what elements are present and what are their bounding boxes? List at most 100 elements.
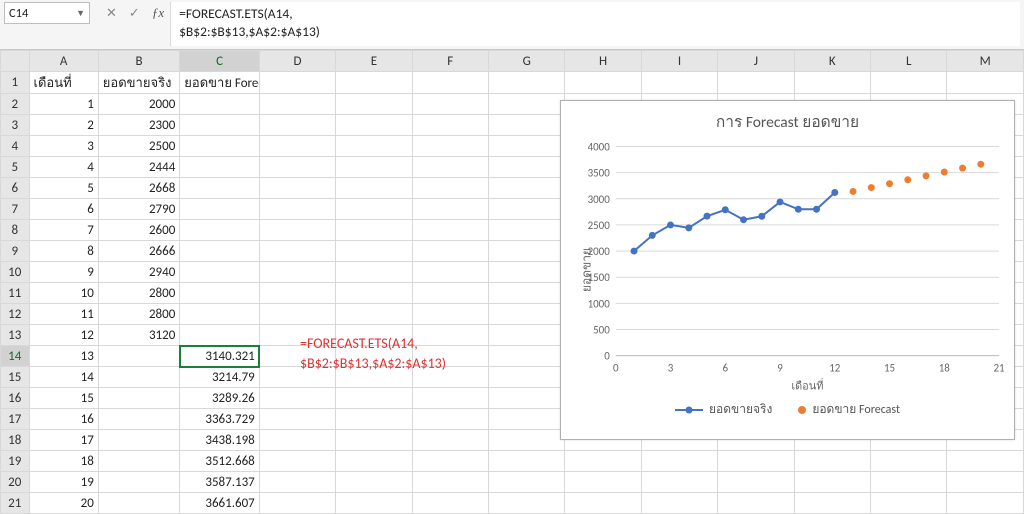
cell[interactable] [947,472,1024,493]
cell[interactable] [412,94,488,115]
cell[interactable]: 7 [29,220,98,241]
cell[interactable] [871,493,947,514]
cell[interactable] [412,72,488,94]
cell[interactable] [488,325,564,346]
cell[interactable] [336,178,412,199]
cell[interactable] [871,451,947,472]
cell[interactable] [412,283,488,304]
cell[interactable] [488,72,564,94]
cell[interactable] [259,283,335,304]
cell[interactable] [488,472,564,493]
cell[interactable] [180,157,259,178]
cell[interactable] [259,472,335,493]
cell[interactable] [180,283,259,304]
cell[interactable]: 3 [29,136,98,157]
cell[interactable] [488,241,564,262]
cell[interactable] [98,472,180,493]
cell[interactable]: 2 [29,115,98,136]
cell[interactable] [488,115,564,136]
cell[interactable] [794,493,870,514]
cell[interactable]: 16 [29,409,98,430]
cell[interactable]: 14 [29,367,98,388]
cell[interactable] [947,451,1024,472]
cell[interactable] [565,451,641,472]
cell[interactable]: 2800 [98,283,180,304]
cell[interactable] [412,220,488,241]
cell[interactable]: 2790 [98,199,180,220]
cell[interactable] [180,115,259,136]
cell[interactable] [180,241,259,262]
cell[interactable] [412,241,488,262]
col-header[interactable]: F [412,51,488,72]
cell[interactable] [412,493,488,514]
cell[interactable] [259,451,335,472]
cell[interactable]: 19 [29,472,98,493]
cell[interactable] [336,388,412,409]
cell[interactable] [98,409,180,430]
cell[interactable] [336,409,412,430]
cell[interactable] [259,241,335,262]
cell[interactable] [718,493,794,514]
cell[interactable]: 15 [29,388,98,409]
cell[interactable] [259,430,335,451]
cell[interactable] [488,367,564,388]
cancel-icon[interactable]: ✕ [106,6,117,21]
cell[interactable]: 3661.607 [180,493,259,514]
cell[interactable] [336,346,412,367]
cell[interactable]: 3587.137 [180,472,259,493]
cell[interactable] [871,472,947,493]
cell[interactable] [871,72,947,94]
cell[interactable] [336,283,412,304]
cell[interactable] [180,199,259,220]
cell[interactable] [336,94,412,115]
cell[interactable] [641,451,717,472]
row-header[interactable]: 21 [1,493,30,514]
cell[interactable]: 18 [29,451,98,472]
cell[interactable] [412,157,488,178]
row-header[interactable]: 13 [1,325,30,346]
cell[interactable]: 6 [29,199,98,220]
cell[interactable] [336,430,412,451]
cell[interactable] [180,94,259,115]
cell[interactable] [259,493,335,514]
cell[interactable] [336,72,412,94]
cell[interactable] [947,493,1024,514]
col-header[interactable]: E [336,51,412,72]
cell[interactable] [336,115,412,136]
cell[interactable] [259,409,335,430]
cell[interactable] [336,220,412,241]
col-header[interactable]: J [718,51,794,72]
cell[interactable] [336,472,412,493]
select-all-corner[interactable] [1,51,30,72]
cell[interactable] [336,157,412,178]
col-header[interactable]: G [488,51,564,72]
cell[interactable] [488,262,564,283]
cell[interactable]: เดือนที่ [29,72,98,94]
cell[interactable] [488,220,564,241]
row-header[interactable]: 15 [1,367,30,388]
cell[interactable] [641,472,717,493]
cell[interactable] [180,304,259,325]
row-header[interactable]: 14 [1,346,30,367]
row-header[interactable]: 4 [1,136,30,157]
cell[interactable] [488,430,564,451]
cell[interactable]: 12 [29,325,98,346]
formula-input[interactable]: =FORECAST.ETS(A14, $B$2:$B$13,$A$2:$A$13… [170,2,1020,46]
col-header[interactable]: H [565,51,641,72]
cell[interactable]: 13 [29,346,98,367]
cell[interactable] [180,136,259,157]
cell[interactable] [794,472,870,493]
cell[interactable]: 4 [29,157,98,178]
cell[interactable] [565,472,641,493]
row-header[interactable]: 9 [1,241,30,262]
cell[interactable] [565,72,641,94]
cell[interactable] [412,304,488,325]
cell[interactable] [259,346,335,367]
cell[interactable] [98,388,180,409]
col-header[interactable]: I [641,51,717,72]
cell[interactable] [488,304,564,325]
cell[interactable]: 2500 [98,136,180,157]
cell[interactable]: 3363.729 [180,409,259,430]
col-header[interactable]: C [180,51,259,72]
col-header[interactable]: D [259,51,335,72]
